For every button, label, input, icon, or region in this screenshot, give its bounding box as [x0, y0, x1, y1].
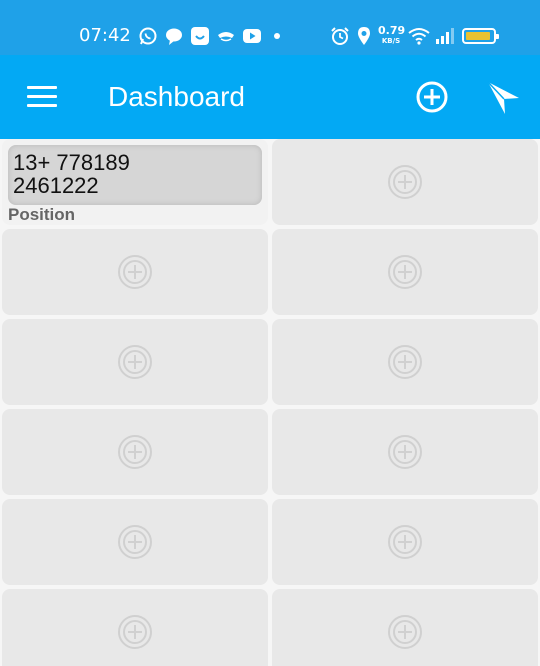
navigation-arrow-icon[interactable] — [485, 79, 523, 117]
battery-icon — [462, 28, 499, 44]
empty-tile[interactable] — [272, 229, 538, 315]
add-circle-icon[interactable] — [414, 79, 450, 115]
add-tile-icon — [388, 525, 422, 559]
add-tile-icon — [388, 255, 422, 289]
hamburger-menu-icon[interactable] — [27, 86, 57, 108]
youtube-icon — [243, 29, 261, 43]
empty-tile[interactable] — [272, 499, 538, 585]
page-title: Dashboard — [108, 81, 245, 112]
add-tile-icon — [118, 615, 152, 649]
battery-level — [466, 32, 490, 40]
empty-tile[interactable] — [2, 229, 268, 315]
app-bar — [0, 55, 540, 139]
add-tile-icon — [388, 615, 422, 649]
add-tile-icon — [118, 525, 152, 559]
status-bar: 07:42 0.79 KB/S — [0, 0, 540, 55]
network-speed: 0.79 KB/S — [378, 24, 406, 46]
cloud-app-icon — [218, 32, 234, 42]
tile-value: 13+ 778189 2461222 — [13, 150, 130, 198]
status-time: 07:42 — [79, 25, 131, 46]
empty-tile[interactable] — [272, 589, 538, 666]
add-tile-icon — [388, 165, 422, 199]
empty-tile[interactable] — [272, 319, 538, 405]
empty-tile[interactable] — [2, 589, 268, 666]
alarm-icon — [331, 27, 349, 45]
whatsapp-icon — [139, 27, 157, 45]
add-tile-icon — [118, 255, 152, 289]
empty-tile[interactable] — [272, 139, 538, 225]
network-speed-unit: KB/S — [381, 37, 401, 45]
empty-tile[interactable] — [2, 409, 268, 495]
chat-icon — [166, 28, 182, 45]
position-tile[interactable]: 13+ 778189 2461222 Position — [2, 139, 268, 225]
empty-tile[interactable] — [2, 319, 268, 405]
network-speed-value: 0.79 — [378, 24, 406, 37]
add-tile-icon — [118, 345, 152, 379]
wifi-icon — [408, 28, 430, 45]
empty-tile[interactable] — [2, 499, 268, 585]
add-tile-icon — [388, 345, 422, 379]
face-app-icon — [191, 27, 209, 45]
location-icon — [358, 27, 370, 45]
add-tile-icon — [388, 435, 422, 469]
battery-tip — [496, 34, 499, 39]
signal-icon — [436, 28, 454, 44]
tile-label: Position — [8, 205, 76, 224]
notification-dot — [274, 33, 280, 39]
add-tile-icon — [118, 435, 152, 469]
empty-tile[interactable] — [272, 409, 538, 495]
